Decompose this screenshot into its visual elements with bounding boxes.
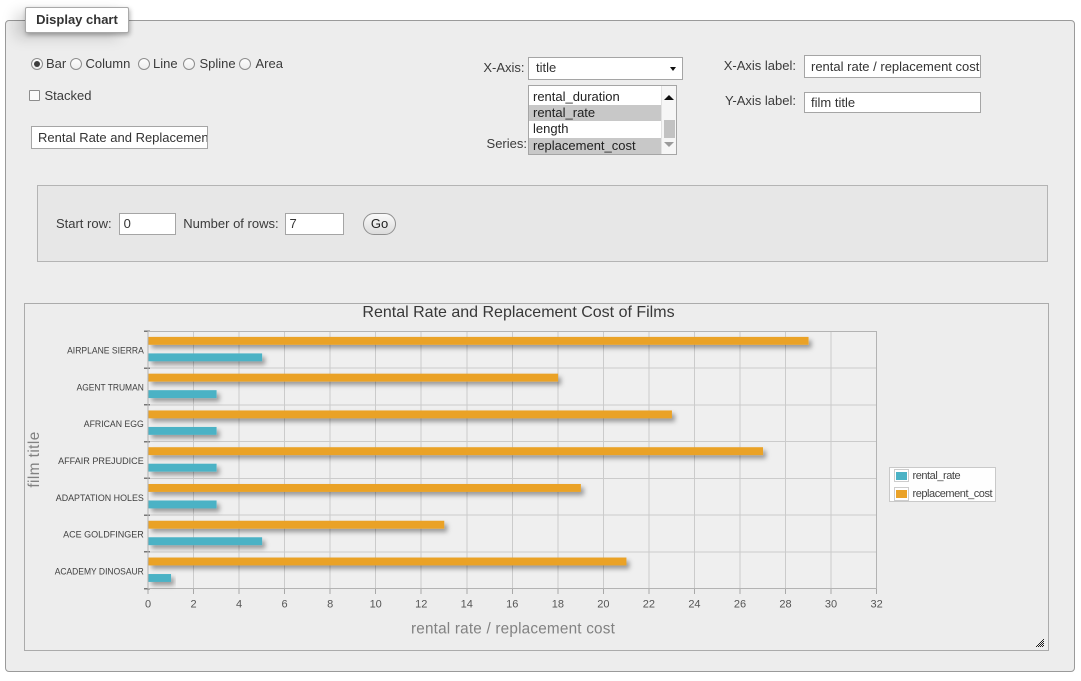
svg-text:10: 10 bbox=[370, 599, 382, 611]
svg-text:28: 28 bbox=[779, 599, 791, 611]
svg-text:AFRICAN EGG: AFRICAN EGG bbox=[84, 419, 144, 430]
svg-text:film title: film title bbox=[26, 431, 43, 487]
svg-text:16: 16 bbox=[506, 599, 518, 611]
svg-text:18: 18 bbox=[552, 599, 564, 611]
svg-text:Rental Rate and Replacement Co: Rental Rate and Replacement Cost of Film… bbox=[362, 304, 674, 321]
svg-text:6: 6 bbox=[282, 599, 288, 611]
svg-text:AFFAIR PREJUDICE: AFFAIR PREJUDICE bbox=[58, 456, 144, 467]
svg-text:0: 0 bbox=[145, 599, 151, 611]
svg-text:24: 24 bbox=[688, 599, 700, 611]
svg-text:AIRPLANE SIERRA: AIRPLANE SIERRA bbox=[67, 346, 144, 357]
svg-text:2: 2 bbox=[190, 599, 196, 611]
svg-text:ADAPTATION HOLES: ADAPTATION HOLES bbox=[56, 493, 144, 504]
svg-text:ACADEMY DINOSAUR: ACADEMY DINOSAUR bbox=[55, 566, 144, 577]
svg-text:20: 20 bbox=[597, 599, 609, 611]
svg-text:30: 30 bbox=[825, 599, 837, 611]
svg-text:4: 4 bbox=[236, 599, 242, 611]
svg-text:26: 26 bbox=[734, 599, 746, 611]
svg-text:rental rate / replacement cost: rental rate / replacement cost bbox=[411, 621, 616, 638]
svg-text:22: 22 bbox=[643, 599, 655, 611]
svg-text:14: 14 bbox=[461, 599, 473, 611]
svg-text:ACE GOLDFINGER: ACE GOLDFINGER bbox=[63, 530, 144, 541]
svg-text:12: 12 bbox=[415, 599, 427, 611]
svg-text:32: 32 bbox=[870, 599, 882, 611]
svg-text:8: 8 bbox=[327, 599, 333, 611]
svg-text:AGENT TRUMAN: AGENT TRUMAN bbox=[77, 382, 144, 393]
